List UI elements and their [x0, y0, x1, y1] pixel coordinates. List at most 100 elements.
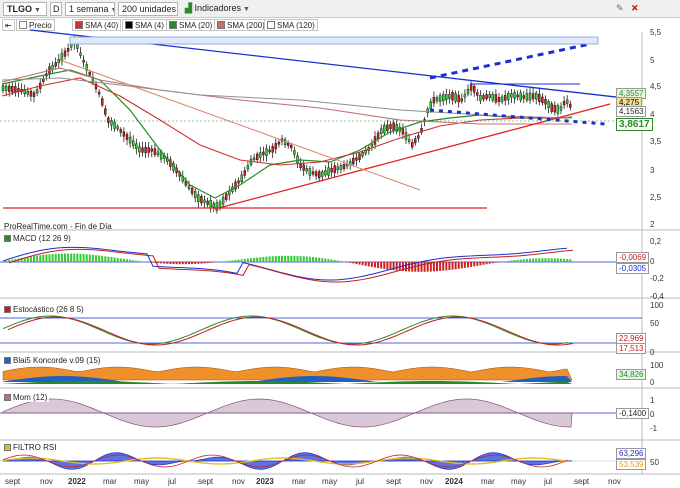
candle-body: [569, 103, 572, 108]
candle-body: [302, 164, 305, 171]
candle-body: [473, 86, 476, 93]
candle-body: [435, 97, 439, 102]
zone-rectangle: [69, 36, 599, 45]
candle-body: [541, 96, 544, 103]
macd-histogram-bar: [197, 262, 200, 264]
x-label: mar: [481, 477, 495, 486]
macd-histogram-bar: [250, 258, 252, 262]
candle-body: [476, 92, 479, 96]
candle-body: [218, 201, 222, 208]
x-label-year: 2022: [68, 477, 86, 486]
macd-histogram-bar: [494, 262, 497, 263]
candle-body: [488, 94, 491, 98]
candle-body: [63, 50, 67, 57]
macd-histogram-bar: [135, 260, 138, 262]
macd-histogram-bar: [45, 254, 48, 262]
macd-histogram-bar: [184, 262, 187, 265]
candle-body: [82, 59, 85, 63]
chart-canvas[interactable]: [0, 0, 680, 488]
candle-body: [553, 105, 556, 113]
mom-label[interactable]: Mom (12): [2, 393, 50, 402]
macd-histogram-bar: [60, 253, 63, 262]
macd-histogram-bar: [556, 258, 559, 262]
macd-histogram-bar: [178, 262, 181, 265]
macd-histogram-bar: [234, 260, 237, 262]
candle-body: [7, 85, 11, 92]
candle-body: [318, 171, 321, 179]
candle-body: [417, 135, 420, 139]
candle-body: [479, 95, 482, 101]
candle-body: [190, 188, 194, 194]
macd-histogram-bar: [73, 253, 76, 262]
candle-body: [547, 101, 550, 109]
macd-histogram-bar: [361, 262, 364, 266]
stoch-label-text: Estocástico (26 8 5): [13, 305, 84, 314]
macd-histogram-bar: [380, 262, 383, 269]
price-tick: 4,5: [650, 82, 662, 91]
candle-body: [131, 140, 135, 146]
candle-body: [287, 142, 290, 146]
candle-body: [283, 139, 287, 145]
candle-body: [550, 103, 553, 112]
candle-body: [100, 98, 104, 106]
macd-histogram-bar: [51, 254, 54, 262]
macd-histogram-bar: [64, 253, 66, 262]
stoch-label[interactable]: Estocástico (26 8 5): [2, 305, 86, 314]
macd-histogram-bar: [271, 256, 274, 262]
price-tick: 2,5: [650, 193, 662, 202]
x-label-year: 2023: [256, 477, 274, 486]
macd-histogram-bar: [70, 253, 73, 262]
candle-body: [324, 170, 327, 176]
macd-histogram-bar: [463, 262, 466, 268]
swatch-icon: [4, 444, 11, 451]
macd-histogram-bar: [281, 255, 283, 262]
macd-histogram-bar: [191, 262, 194, 265]
candle-body: [113, 121, 116, 129]
candle-body: [361, 152, 364, 157]
candle-body: [268, 149, 271, 153]
macd-tag1: -0,0069: [616, 252, 650, 263]
mom-tick: 1: [650, 396, 655, 405]
candle-body: [392, 122, 395, 131]
candle-body: [352, 158, 355, 165]
candle-body: [442, 94, 445, 102]
x-label: nov: [40, 477, 53, 486]
candle-body: [448, 94, 451, 99]
rsi-tick: 50: [650, 458, 659, 467]
macd-histogram-bar: [460, 262, 463, 269]
price-tick: 2: [650, 220, 655, 229]
candle-body: [358, 153, 361, 160]
macd-histogram-bar: [79, 253, 82, 262]
macd-histogram-bar: [352, 262, 355, 264]
candle-body: [383, 124, 386, 134]
macd-histogram-bar: [476, 262, 479, 266]
candle-body: [426, 108, 429, 114]
macd-histogram-bar: [457, 262, 460, 269]
x-label: mar: [103, 477, 117, 486]
macd-histogram-bar: [129, 259, 132, 262]
candle-body: [491, 93, 494, 101]
macd-histogram-bar: [277, 255, 280, 262]
macd-histogram-bar: [287, 255, 290, 262]
rsi-label[interactable]: FILTRO RSI: [2, 443, 59, 452]
candle-body: [355, 157, 358, 161]
macd-histogram-bar: [560, 258, 562, 262]
candle-body: [370, 143, 374, 147]
macd-label[interactable]: MACD (12 26 9): [2, 234, 73, 243]
koncorde-label[interactable]: Blai5 Koncorde v.09 (15): [2, 356, 103, 365]
macd-histogram-bar: [290, 255, 293, 262]
macd-histogram-bar: [203, 262, 206, 264]
candle-body: [401, 128, 405, 135]
macd-histogram-bar: [541, 258, 544, 262]
candle-body: [79, 52, 82, 56]
macd-histogram-bar: [529, 258, 531, 262]
macd-histogram-bar: [553, 258, 556, 262]
candle-body: [104, 108, 107, 115]
candle-body: [321, 171, 324, 177]
candle-body: [336, 166, 339, 171]
candle-body: [308, 168, 312, 176]
macd-histogram-bar: [212, 262, 215, 263]
candle-body: [14, 86, 17, 93]
macd-histogram-bar: [302, 256, 305, 262]
macd-tick: -0,2: [650, 274, 664, 283]
